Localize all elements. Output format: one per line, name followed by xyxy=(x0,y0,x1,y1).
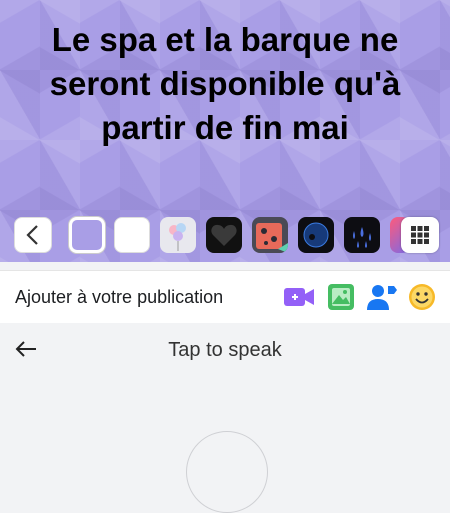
speech-panel: Tap to speak xyxy=(0,323,450,513)
swatch-balloons[interactable] xyxy=(160,217,196,253)
video-camera-icon[interactable] xyxy=(283,282,315,312)
swatch-white[interactable] xyxy=(114,217,150,253)
background-picker xyxy=(0,214,450,258)
add-to-post-label: Ajouter à votre publication xyxy=(15,287,224,307)
mic-button[interactable] xyxy=(186,431,268,513)
swatch-dark-globe[interactable] xyxy=(298,217,334,253)
balloons-icon xyxy=(169,223,186,251)
globe-icon xyxy=(303,222,329,248)
heart-icon xyxy=(211,224,237,246)
pattern-icon xyxy=(256,223,288,253)
swatch-heart[interactable] xyxy=(206,217,242,253)
tag-people-icon[interactable] xyxy=(366,282,398,312)
grid-icon xyxy=(411,226,429,244)
more-backgrounds-button[interactable] xyxy=(401,217,439,253)
tap-to-speak-title: Tap to speak xyxy=(168,339,282,361)
swatch-purple-cubes[interactable] xyxy=(69,217,105,253)
smiley-icon[interactable] xyxy=(406,282,438,312)
photo-icon[interactable] xyxy=(325,282,357,312)
swatch-red-pattern[interactable] xyxy=(252,217,288,253)
swatch-drops[interactable] xyxy=(344,217,380,253)
drops-icon xyxy=(353,227,371,248)
chevron-left-icon xyxy=(26,225,38,245)
picker-back-button[interactable] xyxy=(14,217,52,253)
post-text[interactable]: Le spa et la barque ne seront disponible… xyxy=(20,18,430,150)
add-to-post-bar[interactable]: Ajouter à votre publication xyxy=(0,270,450,324)
